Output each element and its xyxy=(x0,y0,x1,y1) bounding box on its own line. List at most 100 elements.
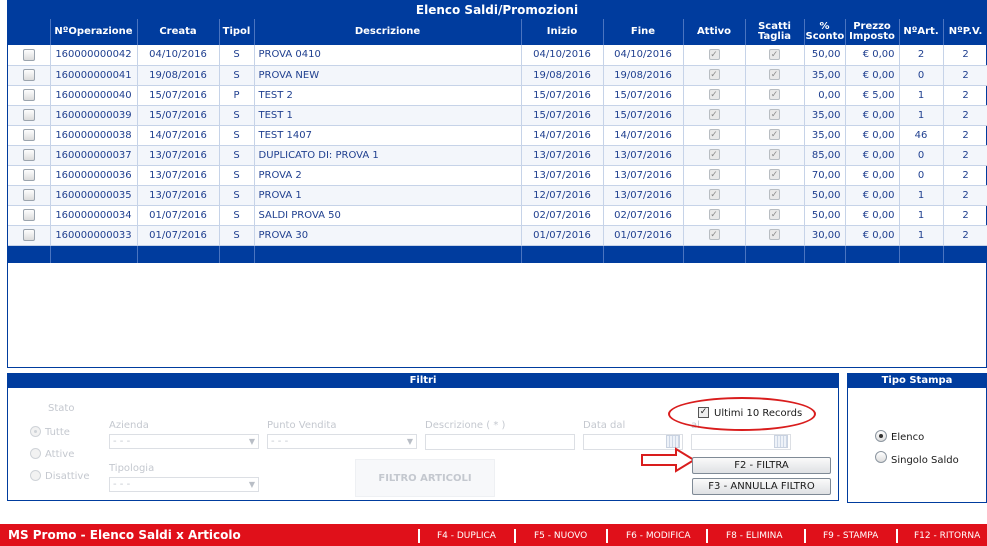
cell-fine: 15/07/2016 xyxy=(603,105,684,126)
cell-attivo: ✓ xyxy=(683,145,746,166)
f8-elimina-button[interactable]: F8 - ELIMINA xyxy=(726,531,783,541)
f9-stampa-button[interactable]: F9 - STAMPA xyxy=(823,531,878,541)
stato-label: Stato xyxy=(48,403,75,414)
table-row[interactable]: 160000000033 01/07/2016 S PROVA 30 01/07/201… xyxy=(8,225,987,246)
cell-scatti-taglia: ✓ xyxy=(745,45,805,66)
azienda-select[interactable]: - - - ▼ xyxy=(109,434,259,449)
table-row[interactable]: 160000000041 19/08/2016 S PROVA NEW 19/08/20… xyxy=(8,65,987,86)
azienda-select-value: - - - xyxy=(113,436,131,447)
cell-creata: 19/08/2016 xyxy=(137,65,220,86)
cell-attivo: ✓ xyxy=(683,205,746,226)
tipologia-select[interactable]: - - - ▼ xyxy=(109,477,259,492)
col-header-fine[interactable]: Fine xyxy=(603,19,684,45)
col-header-creata[interactable]: Creata xyxy=(137,19,220,45)
cell-descrizione: SALDI PROVA 50 xyxy=(254,205,522,226)
row-checkbox[interactable] xyxy=(22,89,35,101)
cell-tipol: S xyxy=(219,185,255,206)
row-select-cell xyxy=(8,45,51,66)
cell-num: 160000000033 xyxy=(50,225,138,246)
filtro-articoli-button[interactable]: FILTRO ARTICOLI xyxy=(355,459,495,497)
f12-ritorna-button[interactable]: F12 - RITORNA xyxy=(914,531,980,541)
cell-creata: 04/10/2016 xyxy=(137,45,220,66)
f4-duplica-button[interactable]: F4 - DUPLICA xyxy=(437,531,496,541)
ultimi-records-checkbox[interactable]: ✓ xyxy=(698,407,709,418)
punto-vendita-select[interactable]: - - - ▼ xyxy=(267,434,417,449)
table-row[interactable]: 160000000040 15/07/2016 P TEST 2 15/07/2016 1… xyxy=(8,85,987,106)
scatti-taglia-checkbox: ✓ xyxy=(769,69,780,81)
ultimi-records-label: Ultimi 10 Records xyxy=(714,408,803,419)
row-checkbox[interactable] xyxy=(22,109,35,121)
cell-attivo: ✓ xyxy=(683,45,746,66)
filtra-button[interactable]: F2 - FILTRA xyxy=(692,457,831,474)
cell-tipol: P xyxy=(219,85,255,106)
table-row[interactable]: 160000000036 13/07/2016 S PROVA 2 13/07/2016… xyxy=(8,165,987,186)
cell-sconto: 70,00 xyxy=(804,165,846,186)
cell-fine: 14/07/2016 xyxy=(603,125,684,146)
col-header-prezzo-imposto[interactable]: Prezzo Imposto xyxy=(845,19,900,45)
col-header-nart[interactable]: NºArt. xyxy=(899,19,944,45)
col-header-scatti-taglia[interactable]: Scatti Taglia xyxy=(745,19,805,45)
annulla-filtro-button[interactable]: F3 - ANNULLA FILTRO xyxy=(692,478,831,495)
stato-disattive-radio[interactable] xyxy=(30,470,41,481)
cell-inizio: 15/07/2016 xyxy=(521,105,604,126)
attivo-checkbox: ✓ xyxy=(708,149,720,161)
col-header-attivo[interactable]: Attivo xyxy=(683,19,746,45)
descrizione-input[interactable] xyxy=(425,434,575,450)
calendar-icon[interactable] xyxy=(774,435,788,448)
cell-npv: 2 xyxy=(943,105,987,126)
table-row[interactable]: 160000000035 13/07/2016 S PROVA 1 12/07/2016… xyxy=(8,185,987,206)
attivo-checkbox: ✓ xyxy=(708,229,720,241)
scatti-taglia-checkbox: ✓ xyxy=(769,129,780,141)
table-row[interactable]: 160000000034 01/07/2016 S SALDI PROVA 50 02/… xyxy=(8,205,987,226)
stato-attive-radio[interactable] xyxy=(30,448,41,459)
cell-prezzo: € 0,00 xyxy=(845,145,900,166)
col-header-descrizione[interactable]: Descrizione xyxy=(254,19,522,45)
print-elenco-radio[interactable] xyxy=(875,430,887,442)
col-header-inizio[interactable]: Inizio xyxy=(521,19,604,45)
row-checkbox[interactable] xyxy=(22,229,35,241)
attivo-checkbox: ✓ xyxy=(708,129,720,141)
row-checkbox[interactable] xyxy=(22,169,35,181)
col-header-tipol[interactable]: Tipol xyxy=(219,19,255,45)
table-row[interactable]: 160000000038 14/07/2016 S TEST 1407 14/07/20… xyxy=(8,125,987,146)
cell-npv: 2 xyxy=(943,65,987,86)
table-row[interactable]: 160000000037 13/07/2016 S DUPLICATO DI: PRO… xyxy=(8,145,987,166)
row-checkbox[interactable] xyxy=(22,189,35,201)
cell-sconto: 50,00 xyxy=(804,45,846,66)
row-checkbox[interactable] xyxy=(22,129,35,141)
cell-nart: 0 xyxy=(899,65,944,86)
cell-sconto: 50,00 xyxy=(804,185,846,206)
cell-scatti-taglia: ✓ xyxy=(745,105,805,126)
f5-nuovo-button[interactable]: F5 - NUOVO xyxy=(534,531,587,541)
cell-npv: 2 xyxy=(943,45,987,66)
cell-descrizione: TEST 2 xyxy=(254,85,522,106)
row-checkbox[interactable] xyxy=(22,69,35,81)
row-checkbox[interactable] xyxy=(22,209,35,221)
attivo-checkbox: ✓ xyxy=(708,209,720,221)
print-type-panel: Tipo Stampa Elenco Singolo Saldo xyxy=(847,373,987,503)
cell-npv: 2 xyxy=(943,185,987,206)
row-checkbox[interactable] xyxy=(22,48,35,61)
table-row[interactable]: 160000000042 04/10/2016 S PROVA 0410 04/10/2… xyxy=(8,45,987,66)
col-header-sconto[interactable]: % Sconto xyxy=(804,19,846,45)
cell-prezzo: € 0,00 xyxy=(845,125,900,146)
cell-scatti-taglia: ✓ xyxy=(745,225,805,246)
cell-inizio: 13/07/2016 xyxy=(521,165,604,186)
row-checkbox[interactable] xyxy=(22,149,35,161)
col-header-num[interactable]: NºOperazione xyxy=(50,19,138,45)
cell-attivo: ✓ xyxy=(683,125,746,146)
f6-modifica-button[interactable]: F6 - MODIFICA xyxy=(626,531,691,541)
status-bar: MS Promo - Elenco Saldi x Articolo F4 - … xyxy=(0,524,987,546)
ultimi-records-highlight: ✓ Ultimi 10 Records xyxy=(668,397,816,431)
cell-tipol: S xyxy=(219,105,255,126)
stato-tutte-radio[interactable] xyxy=(30,426,41,437)
attivo-checkbox: ✓ xyxy=(708,49,720,60)
cell-creata: 01/07/2016 xyxy=(137,205,220,226)
print-singolo-radio[interactable] xyxy=(875,451,887,463)
row-select-cell xyxy=(8,105,51,126)
cell-num: 160000000038 xyxy=(50,125,138,146)
cell-num: 160000000035 xyxy=(50,185,138,206)
col-header-npv[interactable]: NºP.V. xyxy=(943,19,987,45)
stato-tutte-label: Tutte xyxy=(45,427,70,438)
table-row[interactable]: 160000000039 15/07/2016 S TEST 1 15/07/2016 1… xyxy=(8,105,987,126)
